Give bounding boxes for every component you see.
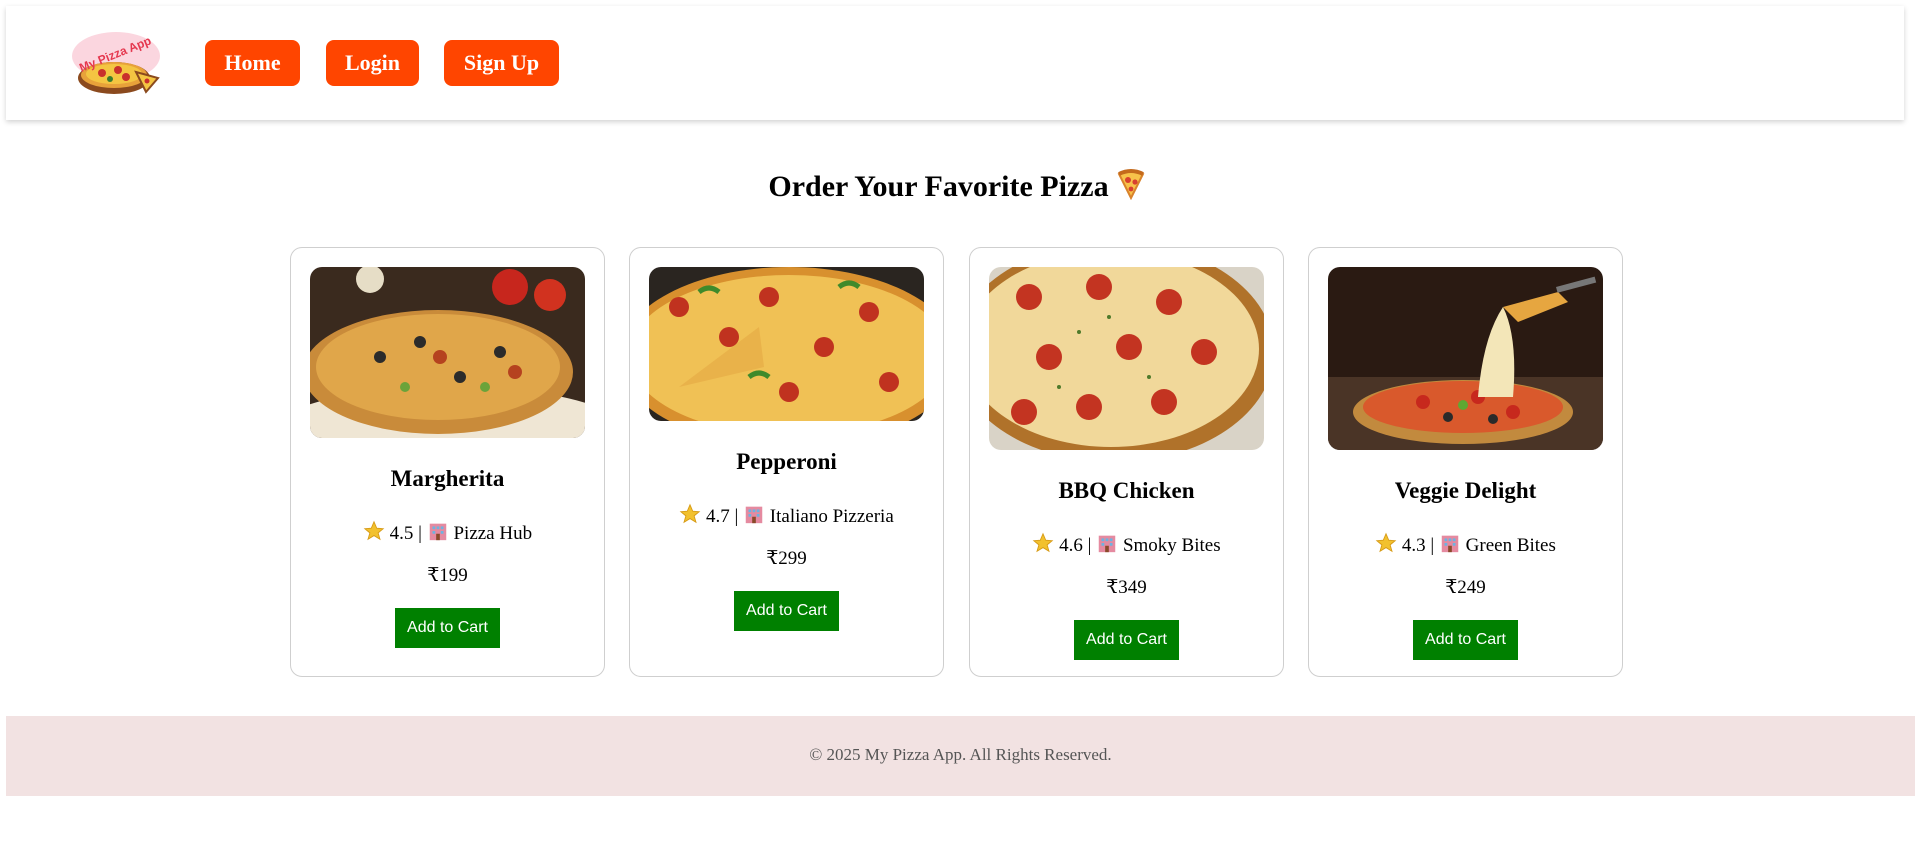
pizza-card-margherita: Margherita 4.5 | Pizza Hub ₹199 Add to C…: [290, 247, 605, 677]
star-icon: [1375, 532, 1397, 560]
add-to-cart-button[interactable]: Add to Cart: [734, 591, 839, 631]
building-icon: [427, 520, 449, 548]
pizza-card-pepperoni: Pepperoni 4.7 | Italiano Pizzeria ₹299 A…: [629, 247, 944, 677]
pizza-meta: 4.5 | Pizza Hub: [291, 520, 604, 548]
add-to-cart-button[interactable]: Add to Cart: [1074, 620, 1179, 660]
pizza-price: ₹199: [427, 565, 468, 586]
building-icon: [743, 503, 765, 531]
pizza-image: [1328, 267, 1603, 450]
restaurant-name: Italiano Pizzeria: [769, 506, 894, 527]
page-title-text: Order Your Favorite Pizza: [768, 170, 1109, 203]
add-to-cart-button[interactable]: Add to Cart: [395, 608, 500, 648]
pizza-price: ₹249: [1445, 577, 1486, 598]
pizza-price: ₹349: [1106, 577, 1147, 598]
star-icon: [679, 503, 701, 531]
restaurant-name: Pizza Hub: [453, 523, 533, 544]
pizza-rating: 4.6: [1059, 535, 1083, 556]
star-icon: [1032, 532, 1054, 560]
pizza-card-veggie-delight: Veggie Delight 4.3 | Green Bites ₹249 Ad…: [1308, 247, 1623, 677]
pizza-rating: 4.3: [1401, 535, 1426, 556]
pizza-slice-icon: [1115, 168, 1147, 208]
nav-login-button[interactable]: Login: [326, 40, 419, 86]
nav-home-button[interactable]: Home: [205, 40, 300, 86]
pizza-image: [649, 267, 924, 421]
pizza-name: Veggie Delight: [1394, 478, 1537, 503]
pizza-logo-icon: My Pizza App: [72, 32, 160, 94]
footer: © 2025 My Pizza App. All Rights Reserved…: [6, 716, 1915, 796]
add-to-cart-button[interactable]: Add to Cart: [1413, 620, 1518, 660]
navbar: My Pizza App Home Login Sign Up: [6, 6, 1904, 120]
nav-signup-button[interactable]: Sign Up: [444, 40, 559, 86]
pizza-meta: 4.7 | Italiano Pizzeria: [630, 503, 943, 531]
building-icon: [1439, 532, 1461, 560]
pizza-image: [310, 267, 585, 438]
footer-copyright: © 2025 My Pizza App. All Rights Reserved…: [809, 745, 1112, 764]
page-title: Order Your Favorite Pizza: [0, 168, 1915, 208]
pizza-card-bbq-chicken: BBQ Chicken 4.6 | Smoky Bites ₹349 Add t…: [969, 247, 1284, 677]
pizza-rating: 4.5: [389, 523, 414, 544]
restaurant-name: Smoky Bites: [1122, 535, 1221, 556]
pizza-name: Margherita: [390, 466, 505, 491]
pizza-price: ₹299: [766, 548, 807, 569]
pizza-meta: 4.3 | Green Bites: [1309, 532, 1622, 560]
star-icon: [363, 520, 385, 548]
restaurant-name: Green Bites: [1465, 535, 1556, 556]
pizza-image: [989, 267, 1264, 450]
pizza-name: Pepperoni: [736, 449, 837, 474]
building-icon: [1096, 532, 1118, 560]
pizza-name: BBQ Chicken: [1058, 478, 1195, 503]
app-logo[interactable]: My Pizza App: [66, 28, 170, 102]
pizza-meta: 4.6 | Smoky Bites: [970, 532, 1283, 560]
pizza-rating: 4.7: [705, 506, 730, 527]
